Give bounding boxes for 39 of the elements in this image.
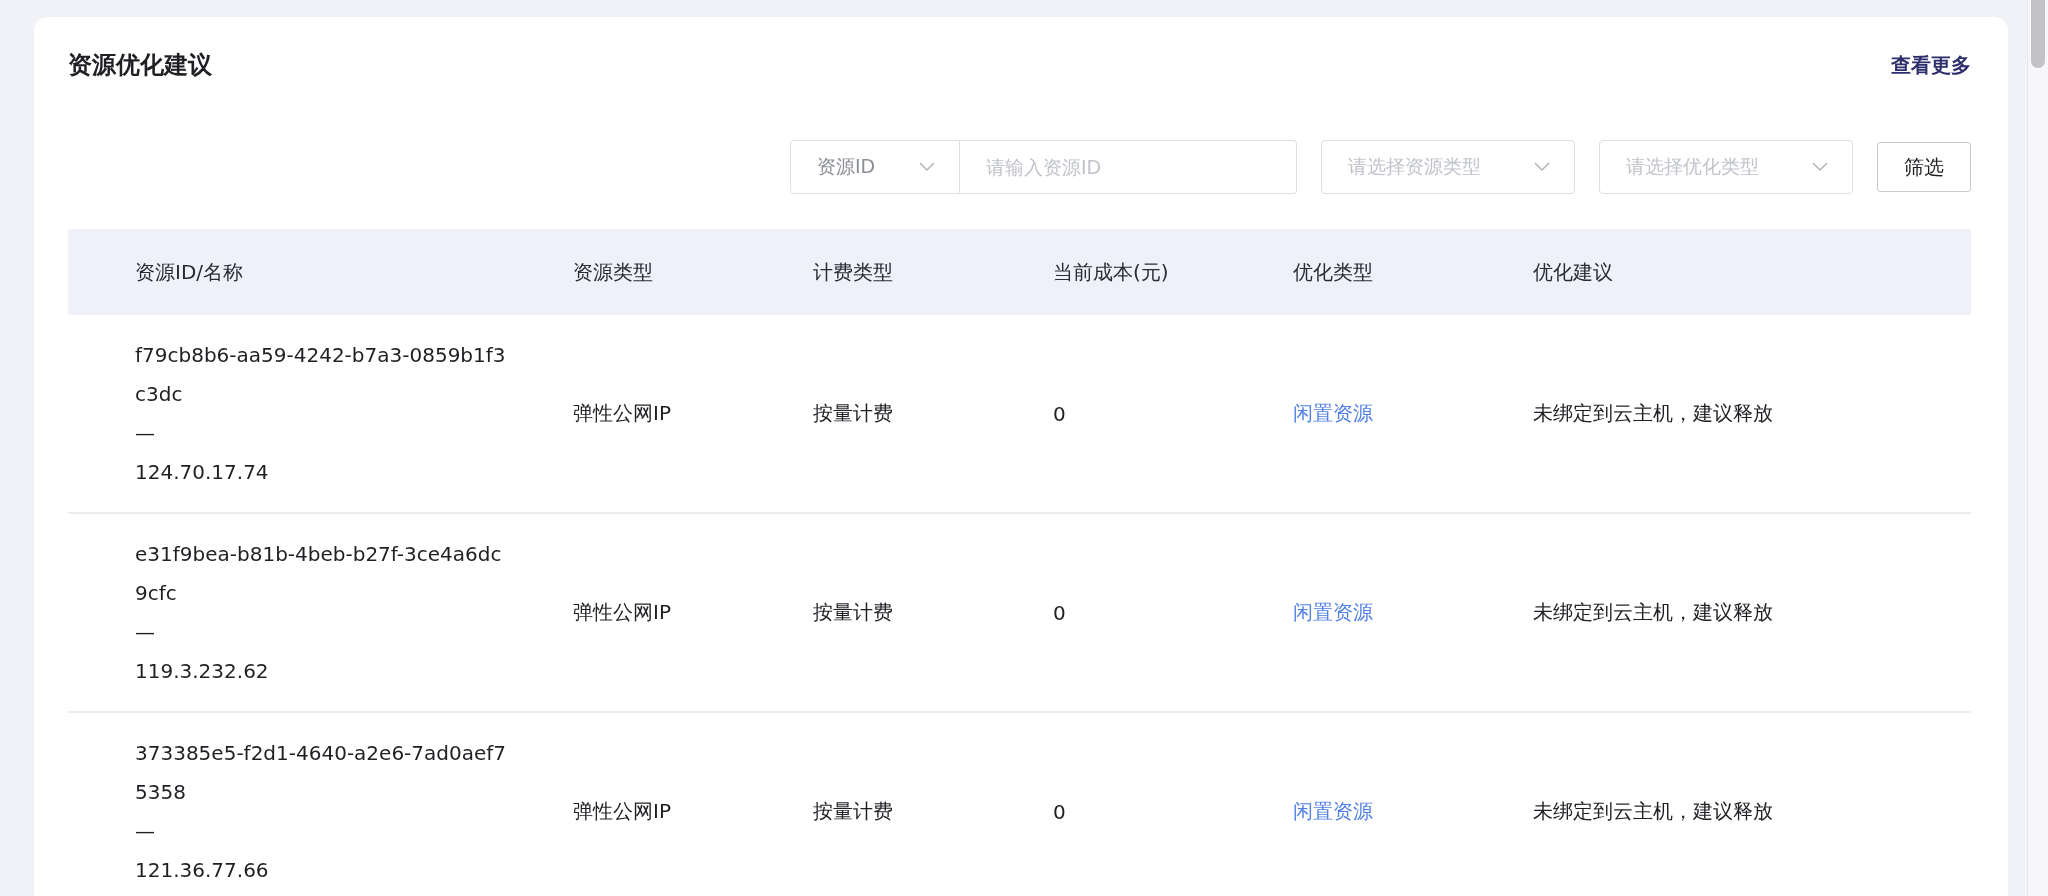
chevron-down-icon bbox=[1534, 162, 1550, 172]
filter-button[interactable]: 筛选 bbox=[1877, 142, 1971, 192]
column-header: 计费类型 bbox=[813, 258, 894, 286]
resource-id: e31f9bea-b81b-4beb-b27f-3ce4a6dc9cfc bbox=[135, 540, 503, 607]
view-more-link[interactable]: 查看更多 bbox=[1891, 51, 1971, 79]
table-cell-text: 未绑定到云主机，建议释放 bbox=[1533, 599, 1774, 626]
column-header: 当前成本(元) bbox=[1053, 258, 1170, 286]
card-title: 资源优化建议 bbox=[68, 50, 212, 81]
table-cell-text: 0 bbox=[1053, 600, 1067, 625]
column-header: 优化建议 bbox=[1533, 258, 1614, 286]
table-cell-text: 0 bbox=[1053, 401, 1067, 426]
separator-dash: — bbox=[135, 817, 155, 845]
table-cell-text: 弹性公网IP bbox=[573, 599, 672, 626]
table-cell-text: 0 bbox=[1053, 799, 1067, 824]
ip-address: 121.36.77.66 bbox=[135, 856, 269, 884]
table-cell-text: 按量计费 bbox=[813, 599, 894, 626]
id-type-select[interactable]: 资源ID bbox=[790, 140, 960, 194]
table-cell-text: 弹性公网IP bbox=[573, 400, 672, 427]
resource-id-input[interactable]: 请输入资源ID bbox=[960, 140, 1297, 194]
resource-id: 373385e5-f2d1-4640-a2e6-7ad0aef75358 bbox=[135, 739, 507, 806]
ip-address: 124.70.17.74 bbox=[135, 458, 269, 486]
table-cell-text: 弹性公网IP bbox=[573, 798, 672, 825]
optimize-type-link[interactable]: 闲置资源 bbox=[1293, 799, 1373, 823]
separator-dash: — bbox=[135, 419, 155, 447]
column-header: 资源类型 bbox=[573, 258, 654, 286]
scrollbar-thumb[interactable] bbox=[2031, 0, 2045, 68]
column-header: 资源ID/名称 bbox=[134, 258, 245, 286]
table-cell-text: 按量计费 bbox=[813, 798, 894, 825]
table-cell-text: 按量计费 bbox=[813, 400, 894, 427]
ip-address: 119.3.232.62 bbox=[135, 657, 269, 685]
optimize-type-link[interactable]: 闲置资源 bbox=[1293, 401, 1373, 425]
chevron-down-icon bbox=[919, 162, 935, 172]
separator-dash: — bbox=[135, 618, 155, 646]
optimize-type-link[interactable]: 闲置资源 bbox=[1293, 600, 1373, 624]
table-cell-text: 未绑定到云主机，建议释放 bbox=[1533, 400, 1774, 427]
column-header: 优化类型 bbox=[1293, 258, 1374, 286]
chevron-down-icon bbox=[1812, 162, 1828, 172]
table-cell-text: 未绑定到云主机，建议释放 bbox=[1533, 798, 1774, 825]
resource-id: f79cb8b6-aa59-4242-b7a3-0859b1f3c3dc bbox=[135, 341, 507, 408]
